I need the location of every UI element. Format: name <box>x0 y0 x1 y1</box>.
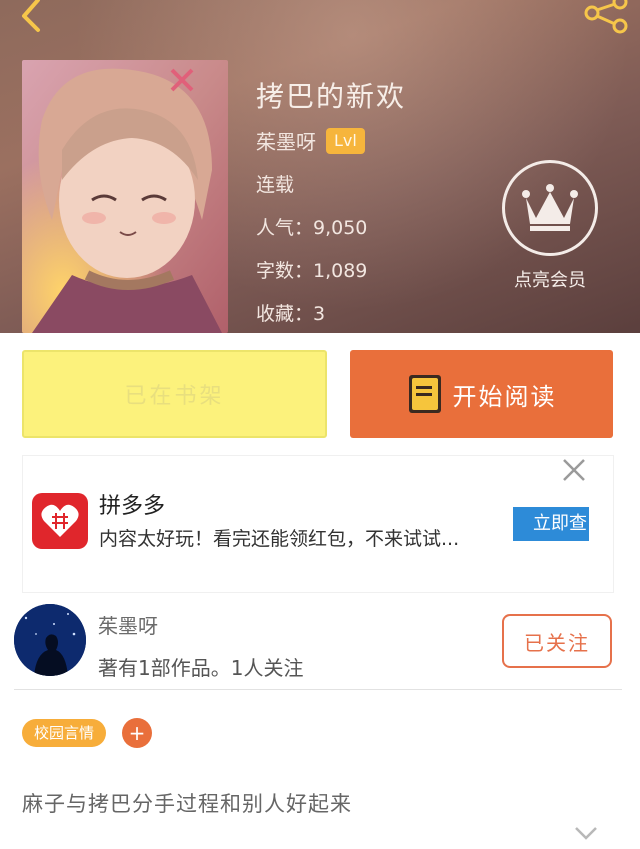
favorites-count: 收藏：3 <box>256 303 326 325</box>
start-reading-label: 开始阅读 <box>452 382 557 411</box>
divider <box>14 689 622 690</box>
author-row: 茱墨呀 Lvl <box>256 126 365 155</box>
book-title: 拷巴的新欢 <box>256 80 407 113</box>
avatar[interactable] <box>14 604 86 676</box>
add-tag-button[interactable]: + <box>122 718 152 748</box>
start-reading-button[interactable]: 开始阅读 <box>350 350 613 438</box>
vip-label: 点亮会员 <box>514 270 586 291</box>
tag-campus-romance[interactable]: 校园言情 <box>22 719 107 747</box>
level-badge: Lvl <box>326 127 365 154</box>
popularity-count: 人气：9,050 <box>256 217 368 239</box>
crown-icon-circle <box>502 160 598 256</box>
in-shelf-button[interactable]: 已在书架 <box>22 350 327 438</box>
crown-icon <box>522 184 578 231</box>
heart-logo-icon <box>41 504 79 537</box>
ad-logo <box>32 493 88 549</box>
word-count: 字数：1,089 <box>256 260 368 282</box>
ad-cta-button[interactable]: 立即查 <box>513 507 589 541</box>
chevron-down-icon[interactable] <box>572 822 600 844</box>
follow-button[interactable]: 已关注 <box>502 614 612 668</box>
ad-banner[interactable]: 拼多多 内容太好玩！看完还能领红包，不来试试... 立即查 <box>22 455 614 593</box>
cover-illustration <box>22 60 228 333</box>
book-cover[interactable] <box>22 60 228 333</box>
vip-button[interactable]: 点亮会员 <box>500 160 600 292</box>
chevron-left-icon[interactable] <box>14 0 50 34</box>
ad-description: 内容太好玩！看完还能领红包，不来试试... <box>99 528 460 550</box>
author-stats: 著有1部作品。1人关注 <box>98 656 304 680</box>
book-header: 拷巴的新欢 茱墨呀 Lvl 连载 人气：9,050 字数：1,089 收藏：3 … <box>0 0 640 333</box>
share-icon[interactable] <box>580 0 630 34</box>
close-icon[interactable] <box>557 456 591 486</box>
synopsis-text: 麻子与拷巴分手过程和别人好起来 <box>22 792 352 816</box>
book-icon <box>408 375 441 413</box>
ad-title: 拼多多 <box>99 494 166 519</box>
author-section: 茱墨呀 著有1部作品。1人关注 已关注 <box>0 600 640 690</box>
author-name[interactable]: 茱墨呀 <box>256 126 316 155</box>
avatar-image <box>14 604 86 676</box>
author-section-name[interactable]: 茱墨呀 <box>98 610 158 639</box>
serial-status: 连载 <box>256 174 295 196</box>
